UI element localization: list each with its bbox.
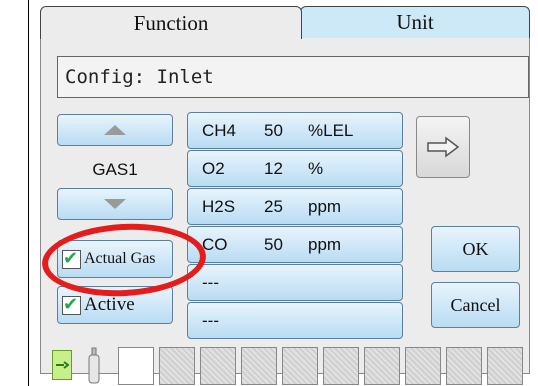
gas-value: 50 — [264, 120, 283, 140]
gas-unit: % — [308, 158, 324, 178]
down-triangle-icon — [104, 199, 126, 209]
gas-slot[interactable] — [282, 347, 318, 385]
gas-value: 12 — [264, 158, 283, 178]
right-arrow-icon — [427, 136, 460, 158]
up-triangle-icon — [104, 125, 126, 135]
active-label: Active — [84, 294, 135, 315]
gas-unit: %LEL — [308, 120, 354, 140]
gas-slot[interactable] — [364, 347, 400, 385]
gas-row-6[interactable]: --- — [187, 302, 403, 339]
gas-slot[interactable] — [118, 347, 154, 385]
gas-row-4[interactable]: CO 50 ppm — [187, 226, 403, 263]
gas-slot[interactable] — [405, 347, 441, 385]
gas-name: --- — [202, 310, 219, 330]
ok-button[interactable]: OK — [431, 226, 520, 272]
check-icon: ✔ — [63, 247, 79, 268]
gas-slot[interactable] — [200, 347, 236, 385]
gas-row-5[interactable]: --- — [187, 264, 403, 301]
cancel-button[interactable]: Cancel — [431, 282, 520, 328]
gas-up-button[interactable] — [57, 114, 173, 146]
actual-gas-label: Actual Gas — [84, 250, 156, 267]
actual-gas-checkbox[interactable]: ✔ Actual Gas — [57, 240, 173, 278]
gas-slot[interactable] — [323, 347, 359, 385]
gas-slot[interactable] — [241, 347, 277, 385]
gas-cylinder-icon — [88, 347, 100, 384]
gas-unit: ppm — [308, 196, 342, 216]
gas-name: H2S — [202, 196, 236, 216]
gas-value: 50 — [264, 234, 283, 254]
gas-name: CO — [202, 234, 228, 254]
gas-row-1[interactable]: CH4 50 %LEL — [187, 112, 403, 149]
gas-down-button[interactable] — [57, 188, 173, 220]
gas-name: --- — [202, 272, 219, 292]
window-edge — [28, 0, 29, 386]
check-icon: ✔ — [63, 293, 79, 314]
gas-slot[interactable] — [159, 347, 195, 385]
active-checkbox[interactable]: ✔ Active — [57, 286, 173, 324]
tab-function[interactable]: Function — [40, 6, 302, 39]
gas-name: CH4 — [202, 120, 237, 140]
gas-number-label: GAS1 — [92, 160, 138, 179]
gas-unit: ppm — [308, 234, 342, 254]
checkbox-box: ✔ — [62, 247, 81, 269]
gas-slot[interactable] — [446, 347, 482, 385]
gas-value: 25 — [264, 196, 283, 216]
screen: Function Unit Config: Inlet GAS1 ✔ Actua… — [0, 0, 538, 386]
gas-slot[interactable] — [487, 347, 523, 385]
tab-unit[interactable]: Unit — [300, 6, 530, 38]
next-button[interactable] — [416, 116, 470, 178]
gas-row-3[interactable]: H2S 25 ppm — [187, 188, 403, 225]
checkbox-box: ✔ — [62, 293, 81, 315]
config-field: Config: Inlet — [57, 56, 529, 98]
gas-row-2[interactable]: O2 12 % — [187, 150, 403, 187]
battery-icon — [52, 350, 72, 380]
gas-name: O2 — [202, 158, 225, 178]
